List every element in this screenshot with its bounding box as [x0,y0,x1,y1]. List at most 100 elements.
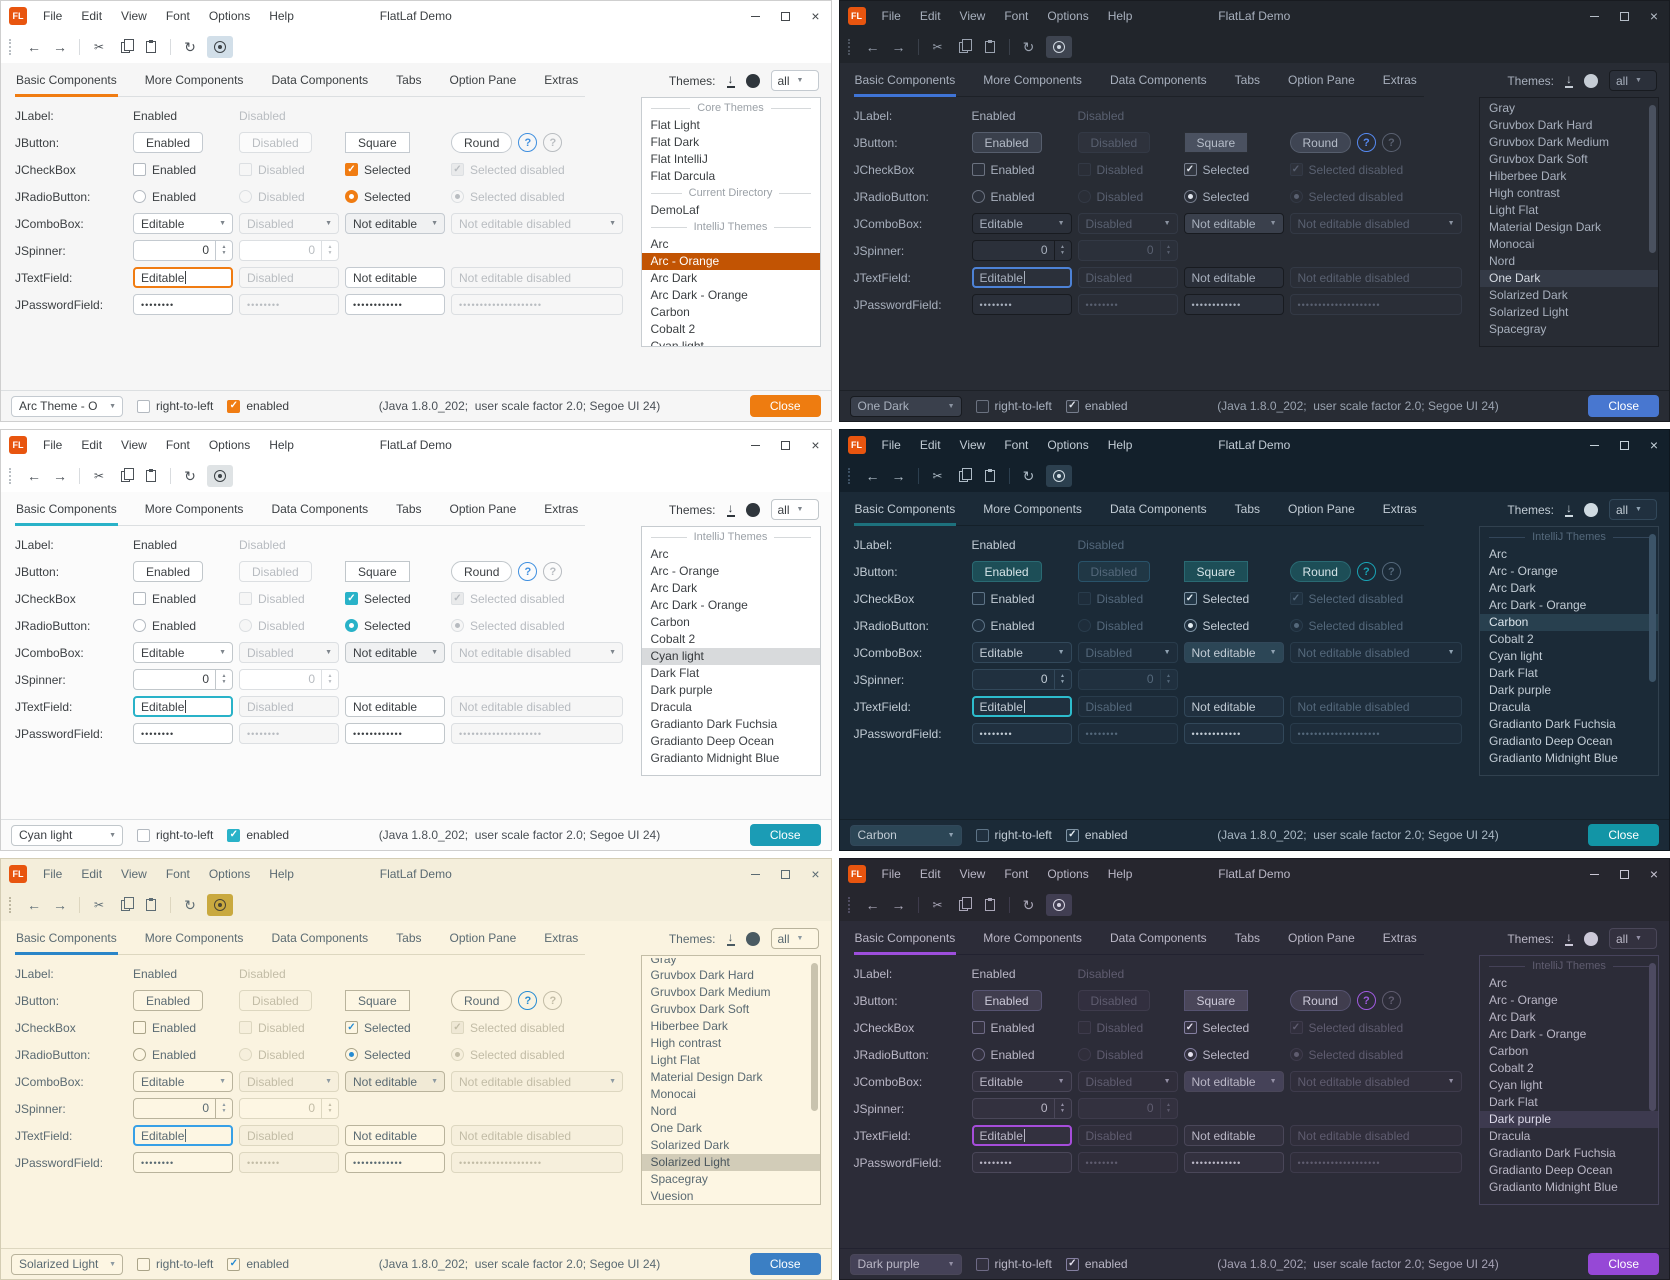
theme-list-item[interactable]: Light Flat [642,1052,820,1069]
theme-list-item[interactable]: Gradianto Deep Ocean [1480,1162,1658,1179]
github-icon[interactable] [1584,932,1598,946]
menu-file[interactable]: File [43,9,62,23]
show-hidden-eye-toggle[interactable] [1046,894,1072,916]
maximize-button[interactable] [771,430,801,460]
theme-list-item[interactable]: Gradianto Dark Fuchsia [1480,716,1658,733]
theme-list-item[interactable]: Nord [642,1103,820,1120]
theme-list-item[interactable]: Gradianto Midnight Blue [642,750,820,767]
menu-options[interactable]: Options [1047,438,1088,452]
menu-edit[interactable]: Edit [920,438,941,452]
copy-icon[interactable] [952,893,976,917]
theme-list-item[interactable]: Gruvbox Dark Medium [642,984,820,1001]
jpasswordfield-not-editable[interactable]: •••••••••••• [345,1152,445,1173]
theme-list-item[interactable]: Arc Dark [642,580,820,597]
theme-list-item[interactable]: Flat Light [642,117,820,134]
theme-list-item[interactable]: Dark purple [1480,1111,1658,1128]
theme-list-item[interactable]: Arc Dark [1480,1009,1658,1026]
jtextfield-editable[interactable]: Editable [972,696,1072,717]
show-hidden-eye-toggle[interactable] [207,465,233,487]
theme-list-item[interactable]: Arc [1480,975,1658,992]
jradiobutton-selected[interactable]: Selected [345,619,411,633]
close-button[interactable]: Close [1588,395,1659,417]
theme-list-item[interactable]: Solarized Light [642,1154,820,1171]
tab-extras[interactable]: Extras [543,924,579,954]
tab-basic-components[interactable]: Basic Components [15,66,118,96]
jradiobutton-enabled[interactable]: Enabled [133,619,196,633]
jbutton-enabled[interactable]: Enabled [133,561,203,582]
theme-list-item[interactable]: Hiberbee Dark [642,1018,820,1035]
theme-list-item[interactable]: Arc [642,546,820,563]
jcombobox-editable[interactable]: Editable▼ [133,1071,233,1092]
jtextfield-not-editable[interactable]: Not editable [1184,1125,1284,1146]
menu-help[interactable]: Help [269,9,294,23]
right-to-left-checkbox[interactable]: right-to-left [976,828,1052,842]
jbutton-enabled[interactable]: Enabled [133,132,203,153]
jcheckbox-selected[interactable]: ✓Selected [1184,1021,1250,1035]
jbutton-round[interactable]: Round [1290,561,1351,582]
theme-list-item[interactable]: Hiberbee Dark [1480,168,1658,185]
theme-list-scrollbar[interactable] [1649,963,1656,1111]
status-theme-select[interactable]: Dark purple ▼ [850,1254,962,1275]
menu-font[interactable]: Font [166,867,190,881]
jspinner-enabled[interactable]: 0▲▼ [133,669,233,690]
status-theme-select[interactable]: Cyan light ▼ [11,825,123,846]
menu-view[interactable]: View [960,9,986,23]
menu-view[interactable]: View [121,9,147,23]
theme-list-item[interactable]: Cobalt 2 [1480,631,1658,648]
menu-file[interactable]: File [43,867,62,881]
theme-filter-select[interactable]: all ▼ [771,928,819,949]
menu-file[interactable]: File [43,438,62,452]
jbutton-round[interactable]: Round [451,561,512,582]
refresh-icon[interactable]: ↻ [1017,464,1041,488]
paste-icon[interactable] [139,35,163,59]
close-window-button[interactable]: × [1639,859,1669,889]
theme-list-item[interactable]: Arc Dark - Orange [1480,1026,1658,1043]
menu-view[interactable]: View [121,438,147,452]
right-to-left-checkbox[interactable]: right-to-left [137,399,213,413]
theme-list-item[interactable]: Spacegray [642,1171,820,1188]
cut-icon[interactable]: ✂ [87,893,111,917]
refresh-icon[interactable]: ↻ [1017,893,1041,917]
jbutton-square[interactable]: Square [345,561,410,582]
back-button[interactable]: ← [22,35,46,59]
theme-list-item[interactable]: Nord [1480,253,1658,270]
github-icon[interactable] [746,503,760,517]
jbutton-square[interactable]: Square [1184,132,1249,153]
back-button[interactable]: ← [22,893,46,917]
jbutton-square[interactable]: Square [1184,561,1249,582]
tab-data-components[interactable]: Data Components [1109,495,1208,525]
jradiobutton-selected[interactable]: Selected [1184,1048,1250,1062]
cut-icon[interactable]: ✂ [87,35,111,59]
enabled-checkbox[interactable]: ✓enabled [1066,399,1128,413]
maximize-button[interactable] [1609,859,1639,889]
jbutton-square[interactable]: Square [345,132,410,153]
theme-list-item[interactable]: Gruvbox Dark Soft [1480,151,1658,168]
theme-list-item[interactable]: Carbon [1480,614,1658,631]
tab-extras[interactable]: Extras [1382,495,1418,525]
menu-file[interactable]: File [882,9,901,23]
theme-list-item[interactable]: Gray [642,958,820,967]
theme-list-item[interactable]: Gray [1480,100,1658,117]
menu-options[interactable]: Options [1047,867,1088,881]
paste-icon[interactable] [139,464,163,488]
refresh-icon[interactable]: ↻ [178,464,202,488]
theme-list-item[interactable]: Dracula [642,699,820,716]
refresh-icon[interactable]: ↻ [178,893,202,917]
tab-extras[interactable]: Extras [543,495,579,525]
github-icon[interactable] [1584,503,1598,517]
theme-list-scrollbar[interactable] [1649,105,1656,253]
menu-help[interactable]: Help [1108,9,1133,23]
tab-data-components[interactable]: Data Components [270,924,369,954]
theme-list-item[interactable]: Gradianto Dark Fuchsia [642,716,820,733]
theme-list-item[interactable]: Cobalt 2 [642,321,820,338]
jcombobox-editable[interactable]: Editable▼ [133,642,233,663]
tab-basic-components[interactable]: Basic Components [854,924,957,954]
download-icon[interactable]: ↓ [1565,74,1573,88]
jspinner-enabled[interactable]: 0▲▼ [972,1098,1072,1119]
theme-filter-select[interactable]: all ▼ [771,70,819,91]
theme-list-item[interactable]: Gruvbox Dark Hard [1480,117,1658,134]
jtextfield-editable[interactable]: Editable [133,696,233,717]
theme-list-item[interactable]: Dracula [1480,1128,1658,1145]
download-icon[interactable]: ↓ [727,503,735,517]
tab-tabs[interactable]: Tabs [395,495,422,525]
